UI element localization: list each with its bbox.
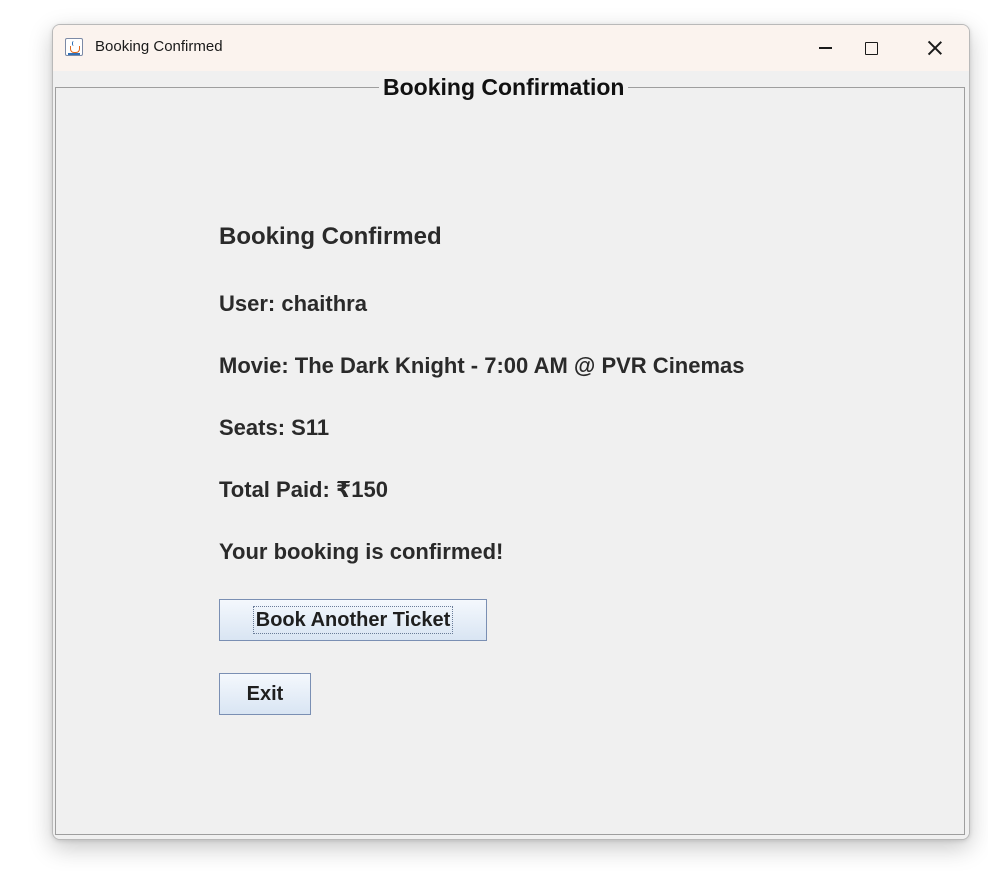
booking-confirmed-window: Booking Confirmed Booking Confirmation B… bbox=[52, 24, 970, 840]
window-title: Booking Confirmed bbox=[95, 38, 223, 55]
book-another-ticket-button[interactable]: Book Another Ticket bbox=[219, 599, 487, 641]
book-another-ticket-label: Book Another Ticket bbox=[252, 606, 454, 634]
confirmation-message: Your booking is confirmed! bbox=[219, 539, 504, 564]
java-app-icon bbox=[65, 38, 83, 56]
minimize-button[interactable] bbox=[799, 25, 851, 71]
booking-confirmation-group bbox=[55, 87, 965, 835]
group-title: Booking Confirmation bbox=[379, 73, 629, 101]
close-icon bbox=[927, 40, 943, 56]
user-label: User: chaithra bbox=[219, 291, 367, 316]
exit-button[interactable]: Exit bbox=[219, 673, 311, 715]
maximize-button[interactable] bbox=[845, 25, 897, 71]
maximize-icon bbox=[864, 41, 878, 55]
content-pane: Booking Confirmation Booking Confirmed U… bbox=[53, 71, 969, 839]
movie-label: Movie: The Dark Knight - 7:00 AM @ PVR C… bbox=[219, 353, 745, 378]
seats-label: Seats: S11 bbox=[219, 415, 330, 440]
close-button[interactable] bbox=[909, 25, 961, 71]
title-bar[interactable]: Booking Confirmed bbox=[53, 25, 969, 71]
total-paid-label: Total Paid: ₹150 bbox=[219, 477, 388, 502]
minimize-icon bbox=[818, 47, 832, 49]
confirmation-heading: Booking Confirmed bbox=[219, 223, 442, 250]
